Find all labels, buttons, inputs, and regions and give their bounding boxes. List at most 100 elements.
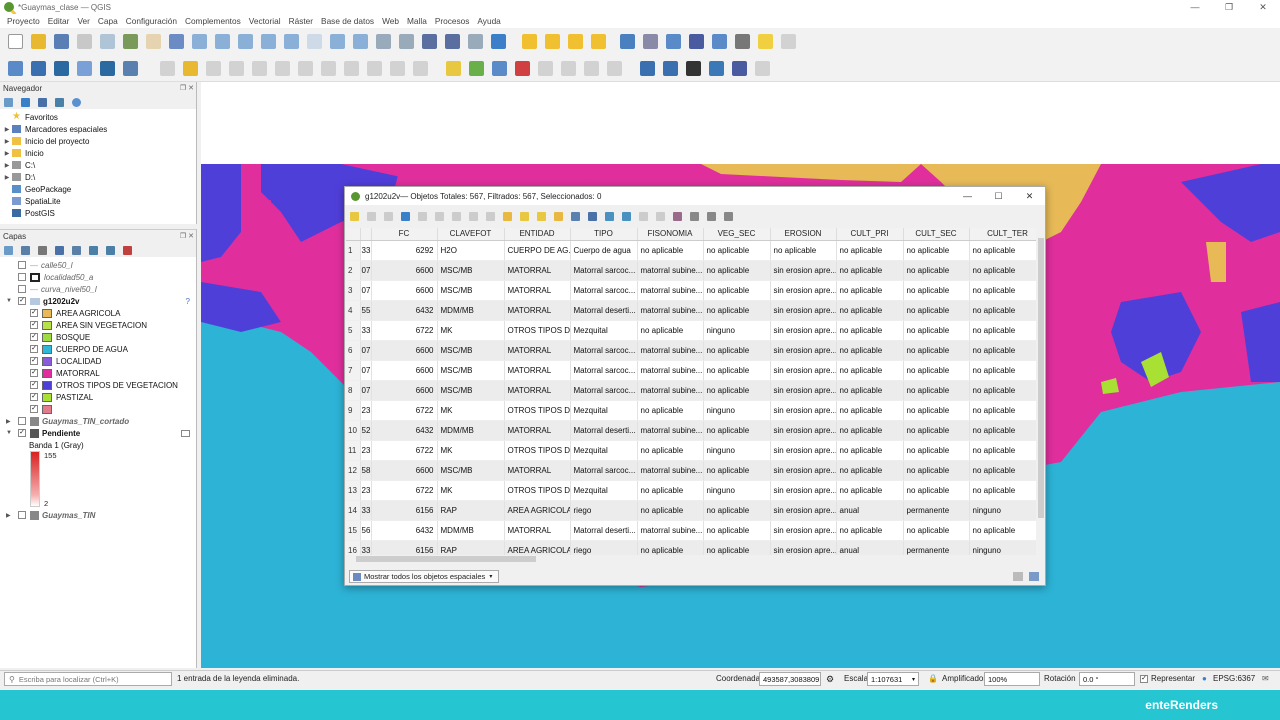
- undo-icon[interactable]: [390, 60, 405, 76]
- row-number[interactable]: 1: [346, 240, 361, 261]
- table-cell[interactable]: RAP: [437, 540, 505, 555]
- class-other[interactable]: ✓: [0, 403, 196, 415]
- class-checkbox[interactable]: ✓: [30, 321, 38, 329]
- paste-features-icon[interactable]: [367, 60, 382, 76]
- layer-localidad50[interactable]: localidad50_a: [0, 271, 196, 283]
- column-header[interactable]: [360, 228, 372, 241]
- rotate-label-icon[interactable]: [561, 60, 576, 76]
- menu-ayuda[interactable]: Ayuda: [473, 16, 504, 26]
- redo-icon[interactable]: [413, 60, 428, 76]
- cut-features-icon[interactable]: [321, 60, 336, 76]
- table-row[interactable]: 2 07 6600 MSC/MB MATORRAL Matorral sarcoc... m…: [346, 260, 1036, 281]
- save-project-icon[interactable]: [54, 34, 69, 49]
- row-number[interactable]: 14: [346, 500, 361, 521]
- sum-icon[interactable]: [689, 34, 704, 49]
- column-header[interactable]: VEG_SEC: [703, 228, 771, 241]
- table-cell[interactable]: no aplicable: [703, 240, 771, 261]
- whats-this-icon[interactable]: [755, 60, 770, 76]
- table-cell[interactable]: MSC/MB: [437, 460, 505, 481]
- table-cell[interactable]: permanente: [903, 540, 970, 555]
- table-cell[interactable]: OTROS TIPOS D...: [504, 400, 571, 421]
- filter-icon[interactable]: [38, 97, 47, 107]
- layer-pendiente[interactable]: ▼ ✓ Pendiente: [0, 427, 196, 439]
- scale-combo[interactable]: 1:107631 ▾: [867, 672, 919, 686]
- table-cell[interactable]: no aplicable: [903, 280, 970, 301]
- table-cell[interactable]: no aplicable: [903, 520, 970, 541]
- new-geopackage-icon[interactable]: [31, 60, 46, 76]
- table-cell[interactable]: riego: [570, 540, 638, 555]
- expand-all-icon[interactable]: [89, 245, 98, 255]
- table-cell[interactable]: 07: [360, 340, 372, 361]
- select-by-value-icon[interactable]: [545, 34, 560, 49]
- nav-item-marcadores[interactable]: ▶ Marcadores espaciales: [2, 123, 196, 135]
- form-view-icon[interactable]: [1013, 572, 1023, 581]
- column-header[interactable]: ENTIDAD: [504, 228, 571, 241]
- move-label-icon[interactable]: [538, 60, 553, 76]
- table-cell[interactable]: 07: [360, 360, 372, 381]
- current-edits-icon[interactable]: [160, 60, 175, 76]
- table-cell[interactable]: ninguno: [703, 440, 771, 461]
- table-row[interactable]: 4 55 6432 MDM/MB MATORRAL Matorral deserti...…: [346, 300, 1036, 321]
- manage-themes-icon[interactable]: [38, 245, 47, 255]
- menu-web[interactable]: Web: [378, 16, 403, 26]
- table-cell[interactable]: no aplicable: [836, 480, 904, 501]
- horizontal-scrollbar[interactable]: [346, 555, 1036, 563]
- expand-arrow-icon[interactable]: ▼: [6, 430, 18, 436]
- modify-attributes-icon[interactable]: [275, 60, 290, 76]
- table-cell[interactable]: 58: [360, 460, 372, 481]
- class-pastizal[interactable]: ✓ PASTIZAL: [0, 391, 196, 403]
- class-bosque[interactable]: ✓ BOSQUE: [0, 331, 196, 343]
- table-cell[interactable]: no aplicable: [903, 320, 970, 341]
- table-row[interactable]: 9 23 6722 MK OTROS TIPOS D... Mezquital no apl…: [346, 400, 1036, 421]
- table-cell[interactable]: no aplicable: [703, 500, 771, 521]
- table-cell[interactable]: MDM/MB: [437, 420, 505, 441]
- row-number[interactable]: 5: [346, 320, 361, 341]
- table-cell[interactable]: 6722: [371, 480, 438, 501]
- zoom-layer-icon[interactable]: [284, 34, 299, 49]
- table-cell[interactable]: 07: [360, 260, 372, 281]
- qms-icon[interactable]: [663, 60, 678, 76]
- save-edits-icon[interactable]: [384, 211, 393, 221]
- table-cell[interactable]: OTROS TIPOS D...: [504, 440, 571, 461]
- table-cell[interactable]: 23: [360, 480, 372, 501]
- table-cell[interactable]: no aplicable: [903, 340, 970, 361]
- menu-editar[interactable]: Editar: [44, 16, 74, 26]
- menu-base-de-datos[interactable]: Base de datos: [317, 16, 378, 26]
- table-cell[interactable]: 6600: [371, 460, 438, 481]
- row-number[interactable]: 13: [346, 480, 361, 501]
- layer-guaymas-tin[interactable]: ▶ Guaymas_TIN: [0, 509, 196, 521]
- show-bookmarks-icon[interactable]: [445, 34, 460, 49]
- class-checkbox[interactable]: ✓: [30, 309, 38, 317]
- new-3d-view-icon[interactable]: [399, 34, 414, 49]
- temporal-icon[interactable]: [468, 34, 483, 49]
- python-console-icon[interactable]: [709, 60, 724, 76]
- rotation-field[interactable]: 0.0 °: [1079, 672, 1135, 686]
- zoom-next-icon[interactable]: [353, 34, 368, 49]
- table-cell[interactable]: 55: [360, 300, 372, 321]
- table-cell[interactable]: Matorral sarcoc...: [570, 340, 638, 361]
- zoom-native-icon[interactable]: [307, 34, 322, 49]
- expression-filter-icon[interactable]: [72, 245, 81, 255]
- multi-edit-icon[interactable]: [367, 211, 376, 221]
- row-number[interactable]: 7: [346, 360, 361, 381]
- table-cell[interactable]: no aplicable: [703, 300, 771, 321]
- select-location-icon[interactable]: [591, 34, 606, 49]
- table-cell[interactable]: no aplicable: [637, 440, 704, 461]
- table-cell[interactable]: 6156: [371, 540, 438, 555]
- table-row[interactable]: 13 23 6722 MK OTROS TIPOS D... Mezquital no ap…: [346, 480, 1036, 501]
- select-expression-icon[interactable]: [503, 211, 512, 221]
- bookmark-icon[interactable]: [422, 34, 437, 49]
- menu-capa[interactable]: Capa: [94, 16, 122, 26]
- column-header[interactable]: FISONOMIA: [637, 228, 704, 241]
- table-cell[interactable]: no aplicable: [770, 240, 837, 261]
- table-row[interactable]: 8 07 6600 MSC/MB MATORRAL Matorral sarcoc... m…: [346, 380, 1036, 401]
- expand-arrow-icon[interactable]: ▶: [6, 512, 18, 519]
- table-cell[interactable]: no aplicable: [969, 280, 1036, 301]
- table-cell[interactable]: no aplicable: [703, 260, 771, 281]
- row-number[interactable]: 9: [346, 400, 361, 421]
- table-cell[interactable]: no aplicable: [903, 460, 970, 481]
- class-checkbox[interactable]: ✓: [30, 369, 38, 377]
- table-cell[interactable]: RAP: [437, 500, 505, 521]
- restore-button[interactable]: ❐: [1212, 0, 1246, 14]
- new-shapefile-icon[interactable]: [54, 60, 69, 76]
